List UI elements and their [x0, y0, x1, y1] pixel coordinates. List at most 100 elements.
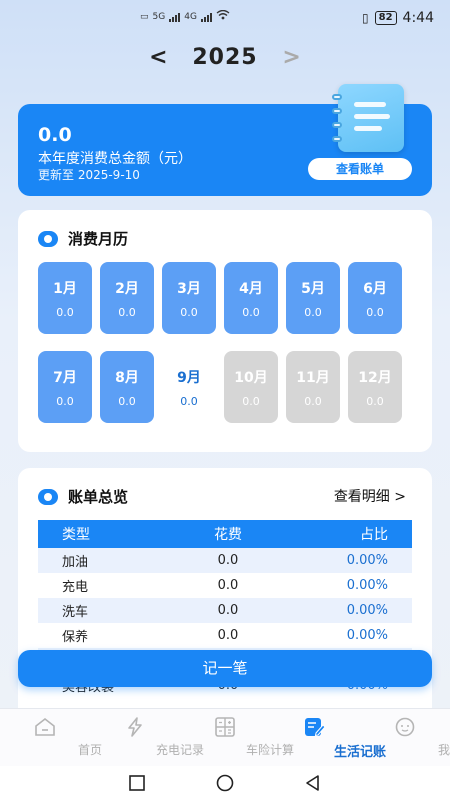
month-amount: 0.0	[304, 395, 322, 408]
month-amount: 0.0	[242, 395, 260, 408]
network-indicators: ▭ 5G 4G	[140, 9, 230, 23]
month-tile[interactable]: 6月 0.0	[348, 262, 402, 334]
prev-year-button[interactable]: <	[148, 45, 168, 70]
month-amount: 0.0	[56, 395, 74, 408]
month-tile[interactable]: 8月 0.0	[100, 351, 154, 423]
month-name: 7月	[53, 370, 77, 386]
sim-icon: ▭	[140, 11, 149, 22]
year-label: 2025	[192, 44, 258, 70]
month-tile[interactable]: 11月 0.0	[286, 351, 340, 423]
cell-cost: 0.0	[217, 578, 239, 593]
table-row: 保养 0.0 0.00%	[38, 623, 412, 648]
month-amount: 0.0	[366, 395, 384, 408]
section-dot-icon	[38, 230, 58, 247]
cell-cost: 0.0	[217, 603, 239, 618]
cell-type: 保养	[62, 630, 89, 645]
month-amount: 0.0	[118, 395, 136, 408]
total-amount: 0.0	[38, 124, 72, 146]
month-name: 2月	[115, 281, 139, 297]
bill-table-header: 类型 花费 占比	[38, 520, 412, 548]
table-row: 加油 0.0 0.00%	[38, 548, 412, 573]
tab-life-accounting[interactable]: 生活记账	[270, 709, 386, 766]
month-amount: 0.0	[242, 306, 260, 319]
month-name: 1月	[53, 281, 77, 297]
tab-home[interactable]: 首页	[0, 709, 102, 766]
wifi-icon	[216, 9, 230, 23]
lightning-icon	[124, 717, 146, 737]
month-name: 11月	[296, 370, 330, 386]
month-amount: 0.0	[180, 395, 198, 408]
month-tile[interactable]: 3月 0.0	[162, 262, 216, 334]
total-amount-label: 本年度消费总金额（元）	[38, 151, 192, 167]
notebook-icon	[332, 84, 404, 152]
month-tile[interactable]: 10月 0.0	[224, 351, 278, 423]
section-dot-icon	[38, 488, 58, 505]
month-amount: 0.0	[56, 306, 74, 319]
month-amount: 0.0	[118, 306, 136, 319]
month-name: 12月	[358, 370, 392, 386]
month-name: 9月	[177, 370, 201, 386]
month-name: 3月	[177, 281, 201, 297]
recent-apps-button[interactable]	[128, 774, 146, 792]
header-cost: 花费	[214, 527, 242, 543]
back-button[interactable]	[304, 774, 322, 792]
month-name: 4月	[239, 281, 263, 297]
network-type-2: 4G	[184, 11, 197, 22]
month-tile[interactable]: 12月 0.0	[348, 351, 402, 423]
year-selector: < 2025 >	[0, 42, 450, 72]
month-tile[interactable]: 7月 0.0	[38, 351, 92, 423]
signal-strength-icon	[169, 12, 181, 22]
cell-type: 充电	[62, 580, 89, 595]
cell-type: 加油	[62, 555, 89, 570]
status-bar: ▭ 5G 4G ▯ 82 4:44	[0, 0, 450, 36]
cell-ratio: 0.00%	[346, 603, 388, 618]
table-row: 充电 0.0 0.00%	[38, 573, 412, 598]
clock: 4:44	[402, 10, 434, 26]
month-amount: 0.0	[180, 306, 198, 319]
tab-label: 我的	[437, 743, 450, 757]
cell-ratio: 0.00%	[346, 628, 388, 643]
tab-profile[interactable]: 我的	[360, 709, 450, 766]
month-tile[interactable]: 5月 0.0	[286, 262, 340, 334]
spending-calendar-card: 消费月历 1月 0.0 2月 0.0 3月 0.0 4月 0.0 5月 0.0 6月 0.0 7月 0.0…	[18, 210, 432, 452]
calendar-title: 消费月历	[68, 230, 129, 248]
battery-icon: 82	[374, 11, 397, 25]
system-navigation-bar	[0, 766, 450, 800]
add-record-button[interactable]: 记一笔	[18, 650, 432, 687]
calendar-header: 消费月历	[38, 228, 128, 249]
bill-title: 账单总览	[68, 488, 129, 506]
cell-cost: 0.0	[217, 553, 239, 568]
month-tile[interactable]: 2月 0.0	[100, 262, 154, 334]
view-details-link[interactable]: 查看明细 >	[334, 486, 406, 506]
month-name: 6月	[363, 281, 387, 297]
cell-type: 洗车	[62, 605, 89, 620]
signal-strength-icon	[200, 12, 212, 22]
next-year-button[interactable]: >	[282, 45, 302, 70]
month-tile[interactable]: 4月 0.0	[224, 262, 278, 334]
home-button[interactable]	[216, 774, 234, 792]
profile-face-icon	[394, 717, 416, 737]
status-right: ▯ 82 4:44	[362, 10, 434, 26]
month-amount: 0.0	[304, 306, 322, 319]
cell-ratio: 0.00%	[346, 553, 388, 568]
header-ratio: 占比	[360, 527, 388, 543]
calculator-icon	[214, 717, 236, 737]
month-name: 5月	[301, 281, 325, 297]
annual-summary-card: 0.0 本年度消费总金额（元） 更新至 2025-9-10 查看账单	[18, 84, 432, 196]
tab-insurance-calculator[interactable]: 车险计算	[180, 709, 294, 766]
month-tile[interactable]: 9月 0.0	[162, 351, 216, 423]
network-type-1: 5G	[152, 11, 166, 22]
month-name: 10月	[234, 370, 268, 386]
table-row: 洗车 0.0 0.00%	[38, 598, 412, 623]
cell-ratio: 0.00%	[346, 578, 388, 593]
month-tile[interactable]: 1月 0.0	[38, 262, 92, 334]
view-bill-button[interactable]: 查看账单	[308, 158, 412, 180]
bill-header: 账单总览	[38, 486, 128, 507]
month-name: 8月	[115, 370, 139, 386]
vibrate-icon: ▯	[362, 11, 369, 25]
header-type: 类型	[62, 527, 90, 543]
edit-note-icon	[304, 717, 326, 737]
tab-charging-records[interactable]: 充电记录	[90, 709, 204, 766]
updated-date: 更新至 2025-9-10	[38, 168, 140, 182]
cell-cost: 0.0	[217, 628, 239, 643]
